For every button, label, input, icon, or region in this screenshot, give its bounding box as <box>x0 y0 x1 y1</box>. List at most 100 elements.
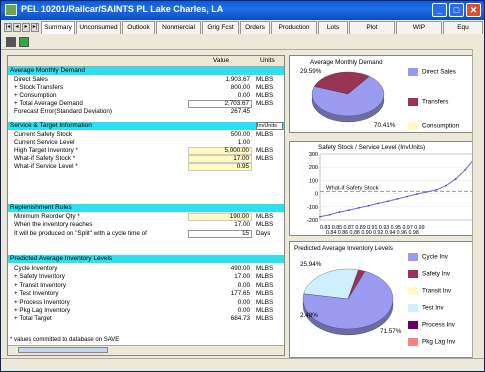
minimize-button[interactable]: _ <box>432 3 447 17</box>
table-row: What-if Service Level * 0.95 <box>8 163 284 171</box>
row-label: + Transit Inventory <box>14 282 66 289</box>
inventory-pie-svg <box>302 268 394 336</box>
row-label: What-if Safety Stock * <box>14 155 76 162</box>
close-button[interactable]: ✕ <box>466 3 481 17</box>
row-value: 0.00 <box>237 92 250 99</box>
whatif-safety-stock-input[interactable]: 17.00 <box>188 155 252 163</box>
section-replenishment-rules: Replenishment Rules <box>8 204 284 212</box>
section-average-monthly-demand: Average Monthly Demand <box>8 67 284 75</box>
legend-swatch <box>408 253 418 261</box>
row-unit: Days <box>256 230 271 237</box>
units-dropdown[interactable]: InvUnits <box>256 122 283 130</box>
tab-lots[interactable]: Lots <box>318 21 348 34</box>
row-value: 267.45 <box>230 108 250 115</box>
tab-nonmercial[interactable]: Nonmercial <box>156 21 201 34</box>
tab-grig-fcst[interactable]: Grig Fcst <box>202 21 239 34</box>
legend-item: Transit Inv <box>408 287 451 295</box>
row-label: + Process Inventory <box>14 299 70 306</box>
data-point <box>377 202 380 205</box>
row-unit: MLBS <box>256 131 274 138</box>
tab-unconsumed[interactable]: Unconsumed <box>76 21 121 34</box>
refresh-icon[interactable] <box>19 37 29 47</box>
row-unit: MLBS <box>256 84 274 91</box>
table-row: Forecast Error(Standard Deviation) 267.45 <box>8 108 284 116</box>
legend-item: Consumption <box>408 122 459 130</box>
horizontal-scrollbar[interactable] <box>8 345 284 355</box>
tab-equ[interactable]: Equ <box>443 21 483 34</box>
tab-orders[interactable]: Orders <box>240 21 270 34</box>
data-point <box>348 209 350 211</box>
tab-plot[interactable]: Plot <box>349 21 395 34</box>
row-unit: MLBS <box>256 299 274 306</box>
y-tick-label: 200 <box>309 165 318 171</box>
vertical-scrollbar[interactable] <box>472 49 484 358</box>
nav-last-button[interactable]: ▸| <box>31 23 39 32</box>
table-row: Cycle Inventory 490.00 MLBS <box>8 265 284 273</box>
row-unit: MLBS <box>256 155 274 162</box>
legend-label: Cycle Inv <box>422 253 448 261</box>
row-unit: MLBS <box>256 307 274 314</box>
legend-item: Process Inv <box>408 321 455 329</box>
row-label: + Total Target <box>14 315 52 322</box>
table-row: Current Safety Stock 500.00 MLBS <box>8 131 284 139</box>
nav-next-button[interactable]: ▸ <box>22 23 30 32</box>
row-label: + Total Average Demand <box>14 100 83 107</box>
data-point <box>396 197 399 200</box>
y-tick-label: -100 <box>307 205 318 211</box>
whatif-service-level-input[interactable]: 0.95 <box>188 163 252 171</box>
table-row: Current Service Level 1.00 <box>8 139 284 147</box>
row-value: 0.00 <box>237 299 250 306</box>
row-value: 1,903.67 <box>225 76 250 83</box>
table-row: + Total Target 684.73 MLBS <box>8 315 284 323</box>
table-row: + Consumption 0.00 MLBS <box>8 92 284 100</box>
summary-grid: Value Units Average Monthly Demand Direc… <box>7 55 285 356</box>
scrollbar-thumb[interactable] <box>18 347 108 353</box>
row-unit: MLBS <box>256 315 274 322</box>
tab-outlook[interactable]: Outlook <box>122 21 155 34</box>
tab-production[interactable]: Production <box>271 21 317 34</box>
maximize-button[interactable]: □ <box>449 3 464 17</box>
x-ticks-row2: 0.84 0.86 0.88 0.90 0.92 0.94 0.96 0.98 <box>326 230 419 236</box>
table-row: + Transit Inventory 0.00 MLBS <box>8 282 284 290</box>
table-row: + Test Inventory 177.65 MLBS <box>8 290 284 298</box>
save-icon[interactable] <box>6 37 16 47</box>
pct-label: 29.59% <box>300 68 322 75</box>
row-label: Current Safety Stock <box>14 131 73 138</box>
row-label: + Pkg Lag Inventory <box>14 307 71 314</box>
legend-label: Direct Sales <box>422 68 456 76</box>
row-value: 0.00 <box>237 307 250 314</box>
table-row: + Stock Transfers 800.00 MLBS <box>8 84 284 92</box>
row-label: + Test Inventory <box>14 290 59 297</box>
row-label: + Safety Inventory <box>14 273 65 280</box>
chart-title: Predicted Average Inventory Levels <box>294 245 393 252</box>
table-row: What-if Safety Stock * 17.00 MLBS <box>8 155 284 163</box>
y-tick-label: 100 <box>309 178 318 184</box>
row-unit: MLBS <box>256 221 274 228</box>
table-row: Direct Sales 1,903.67 MLBS <box>8 76 284 84</box>
nav-prev-button[interactable]: ◂ <box>13 23 21 32</box>
legend-item: Pkg Lag Inv <box>408 338 455 346</box>
legend-item: Direct Sales <box>408 68 456 76</box>
row-value: 2,703.67 <box>188 100 252 108</box>
cycle-time-input[interactable]: 15 <box>188 230 252 238</box>
window-title: PEL 10201/Railcar/SAINTS PL Lake Charles… <box>21 4 224 14</box>
row-label: Forecast Error(Standard Deviation) <box>14 108 112 115</box>
row-value: 490.00 <box>230 265 250 272</box>
data-point <box>435 189 438 191</box>
legend-swatch <box>408 98 418 106</box>
nav-first-button[interactable]: |◂ <box>4 23 12 32</box>
tab-wip[interactable]: WIP <box>396 21 442 34</box>
row-label: What-if Service Level * <box>14 163 78 170</box>
row-unit: MLBS <box>256 100 274 107</box>
row-value: 17.00 <box>234 221 250 228</box>
table-row: + Pkg Lag Inventory 0.00 MLBS <box>8 307 284 315</box>
data-point <box>328 213 331 216</box>
min-reorder-qty-input[interactable]: 190.00 <box>188 213 252 221</box>
legend-label: Pkg Lag Inv <box>422 338 456 346</box>
row-unit: MLBS <box>256 213 274 220</box>
grid-header: Value Units <box>8 56 284 67</box>
tab-summary[interactable]: Summary <box>41 21 75 34</box>
high-target-inventory-input[interactable]: 5,000.00 <box>188 147 252 155</box>
title-bar[interactable]: PEL 10201/Railcar/SAINTS PL Lake Charles… <box>1 1 484 20</box>
section-service-target: Service & Target Information <box>8 122 284 130</box>
